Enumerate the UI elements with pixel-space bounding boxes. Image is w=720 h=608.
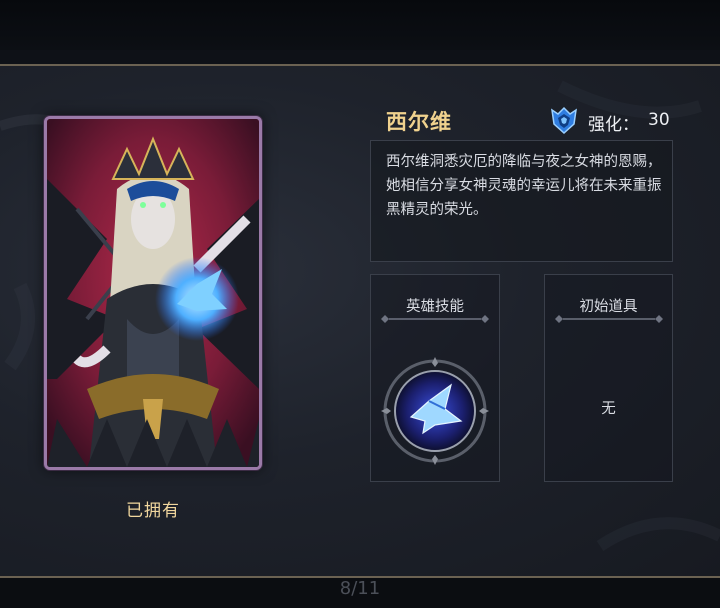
top-bar — [0, 0, 720, 50]
hero-skill-panel: 英雄技能 — [370, 274, 500, 482]
hero-description: 西尔维洞悉灾厄的降临与夜之女神的恩赐，她相信分享女神灵魂的幸运儿将在未来重振黑精… — [386, 154, 662, 218]
title-divider — [381, 315, 489, 323]
starting-item-value: 无 — [601, 401, 616, 417]
starting-item-panel: 初始道具 无 — [544, 274, 673, 482]
hero-portrait-art — [47, 119, 259, 467]
hero-name: 西尔维 — [386, 110, 452, 134]
blue-bird-skill-icon[interactable] — [381, 357, 489, 465]
title-divider — [555, 315, 663, 323]
starting-item-title: 初始道具 — [579, 299, 638, 315]
enhance-label: 强化： — [588, 115, 639, 135]
hero-skill-title: 英雄技能 — [406, 299, 464, 315]
hero-portrait-card[interactable] — [44, 116, 262, 470]
enhance-value: 30 — [648, 110, 670, 130]
enhance-rank-icon — [551, 106, 577, 135]
owned-status-label: 已拥有 — [126, 501, 180, 521]
page-indicator: 8/11 — [339, 578, 381, 599]
